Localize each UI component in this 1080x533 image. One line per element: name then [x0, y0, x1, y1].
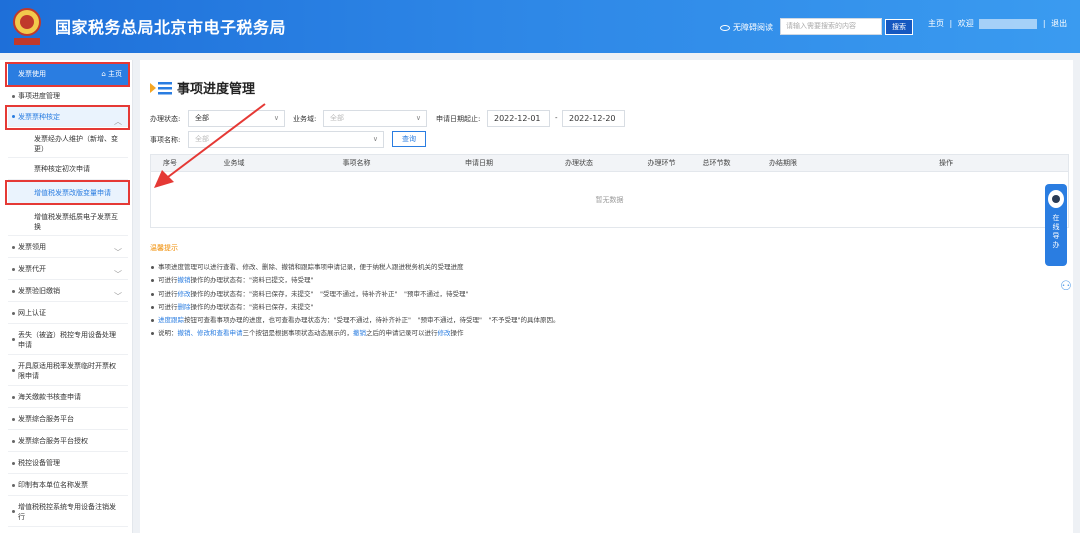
sidebar: 发票使用 ⌂ 主页 事项进度管理 发票票种核定 ︿ 发票经办人维护（新增、变更）… [0, 60, 133, 533]
bullet-icon [12, 461, 15, 465]
logout-link[interactable]: 退出 [1051, 19, 1067, 28]
tip-line: 可进行删除操作的办理状态有："资料已保存，未提交" [150, 301, 1050, 314]
date-end-input[interactable]: 2022-12-20 [562, 110, 625, 127]
chevron-down-icon: ∨ [273, 114, 279, 122]
bullet-icon [151, 266, 154, 269]
sidebar-item-device-cancel[interactable]: 增值税税控系统专用设备注销发行 [8, 497, 128, 527]
date-separator: - [555, 114, 558, 122]
eye-icon [720, 24, 730, 31]
sidebar-item-platform[interactable]: 发票综合服务平台 [8, 409, 128, 430]
column-header: 申请日期 [465, 159, 493, 167]
action-links[interactable]: 撤销、修改和查看申请 [178, 329, 243, 337]
column-header: 办结期限 [769, 159, 797, 167]
tip-line: 事项进度管理可以进行查看、修改、删除、撤销和跟踪事项申请记录，便于纳税人跟进税务… [150, 261, 1050, 274]
tips-list: 事项进度管理可以进行查看、修改、删除、撤销和跟踪事项申请记录，便于纳税人跟进税务… [150, 261, 1050, 341]
tip-line: 可进行修改操作的办理状态有："资料已保存，未提交" "受理不通过，待补齐补正" … [150, 288, 1050, 301]
tax-emblem-icon [13, 8, 41, 45]
bullet-icon [151, 332, 154, 336]
column-header: 总环节数 [702, 159, 731, 167]
bullet-icon [12, 439, 15, 443]
sidebar-item-device-mgmt[interactable]: 税控设备管理 [8, 453, 128, 474]
sidebar-item-progress[interactable]: 事项进度管理 [8, 87, 128, 106]
bullet-icon [12, 267, 15, 271]
sidebar-item-online-auth[interactable]: 网上认证 [8, 303, 128, 324]
bullet-icon [12, 94, 15, 98]
highlight-box-ticket-type [5, 105, 130, 130]
query-button[interactable]: 查询 [392, 131, 426, 147]
annotation-arrow-icon [154, 103, 266, 188]
sidebar-item-invoice-issue[interactable]: 发票代开 ﹀ [8, 259, 128, 280]
bullet-icon [12, 417, 15, 421]
domain-label: 业务域: [293, 115, 317, 123]
home-link[interactable]: 主页 [928, 19, 944, 28]
table-header: 序号 业务域 事项名称 申请日期 办理状态 办理环节 总环节数 办结期限 操作 [151, 155, 1068, 172]
bullet-icon [12, 483, 15, 487]
agent-avatar-icon [1048, 190, 1064, 208]
chevron-down-icon: ∨ [415, 114, 421, 122]
list-icon [150, 82, 172, 95]
main-panel: 事项进度管理 办理状态: 全部 ∨ 业务域: 全部 ∨ 申请日期起止: 2022-1… [140, 60, 1073, 533]
sidebar-item-platform-auth[interactable]: 发票综合服务平台授权 [8, 431, 128, 452]
column-header: 办理环节 [647, 159, 676, 167]
column-header: 事项名称 [342, 159, 371, 167]
bullet-icon [151, 319, 154, 323]
bullet-icon [12, 338, 15, 341]
sidebar-item-invoice-cancel[interactable]: 发票验旧缴销 ﹀ [8, 281, 128, 302]
modify-link[interactable]: 修改 [178, 290, 191, 298]
sidebar-item-lost-device[interactable]: 丢失（被盗）税控专用设备处理申请 [8, 325, 128, 355]
search-button[interactable]: 搜索 [885, 19, 913, 35]
delete-link[interactable]: 删除 [178, 303, 191, 311]
sidebar-item-old-rate[interactable]: 开具原适用税率发票临时开票权限申请 [8, 356, 128, 386]
user-icon[interactable]: ⚇ [1057, 278, 1075, 296]
page-title: 事项进度管理 [177, 82, 256, 97]
sidebar-item-print-invoice[interactable]: 印制有本单位名称发票 [8, 475, 128, 496]
sidebar-item-customs[interactable]: 海关缴款书核查申请 [8, 387, 128, 408]
revoke-link[interactable]: 撤销 [353, 329, 366, 337]
welcome-text: 欢迎 [957, 19, 974, 28]
tips-title: 温馨提示 [150, 244, 178, 252]
column-header: 办理状态 [565, 159, 593, 167]
sidebar-subitem-vat-exchange[interactable]: 增值税发票纸质电子发票互换 [8, 208, 128, 236]
separator: | [1042, 19, 1046, 28]
tip-line: 可进行撤销操作的办理状态有："资料已提交，待受理" [150, 274, 1050, 287]
revoke-link[interactable]: 撤销 [178, 276, 191, 284]
site-title: 国家税务总局北京市电子税务局 [55, 18, 287, 37]
online-guide-button[interactable]: 在线导办 [1045, 184, 1067, 266]
tip-line: 说明：撤销、修改和查看申请三个按钮是根据事项状态动态展示的，撤销之后的申请记录可… [150, 327, 1050, 340]
bullet-icon [12, 289, 15, 293]
sidebar-subitem-initial-apply[interactable]: 票种核定初次申请 [8, 159, 128, 180]
bullet-icon [12, 369, 15, 372]
bullet-icon [151, 305, 154, 309]
sidebar-subitem-agent[interactable]: 发票经办人维护（新增、变更） [8, 131, 128, 158]
username-redacted [979, 18, 1038, 29]
domain-select[interactable]: 全部 ∨ [323, 110, 427, 127]
sidebar-item-invoice-receive[interactable]: 发票领用 ﹀ [8, 237, 128, 258]
bullet-icon [12, 311, 15, 315]
bullet-icon [151, 279, 154, 283]
bullet-icon [151, 292, 154, 296]
modify-link[interactable]: 修改 [438, 329, 451, 337]
chevron-down-icon: ∨ [372, 135, 378, 143]
accessibility-link[interactable]: 无障碍阅读 [720, 22, 773, 33]
column-header: 操作 [939, 159, 953, 167]
date-start-input[interactable]: 2022-12-01 [487, 110, 550, 127]
bullet-icon [12, 245, 15, 249]
date-label: 申请日期起止: [436, 115, 481, 123]
bullet-icon [12, 395, 15, 399]
highlight-box-vat-change [5, 180, 130, 205]
separator: | [949, 19, 953, 28]
tip-line: 进度跟踪按钮可查看事项办理的进度，也可查看办理状态为："受理不通过，待补齐补正"… [150, 314, 1050, 327]
top-links: 主页 | 欢迎 | 退出 [928, 18, 1070, 29]
top-header: 国家税务总局北京市电子税务局 无障碍阅读 请输入需要搜索的内容 搜索 主页 | … [0, 0, 1080, 53]
highlight-box-header [5, 62, 130, 87]
search-input[interactable]: 请输入需要搜索的内容 [780, 18, 882, 35]
empty-state: 暂无数据 [595, 196, 624, 204]
progress-table: 序号 业务域 事项名称 申请日期 办理状态 办理环节 总环节数 办结期限 操作 … [150, 154, 1069, 228]
track-link[interactable]: 进度跟踪 [158, 316, 184, 324]
bullet-icon [12, 510, 15, 513]
